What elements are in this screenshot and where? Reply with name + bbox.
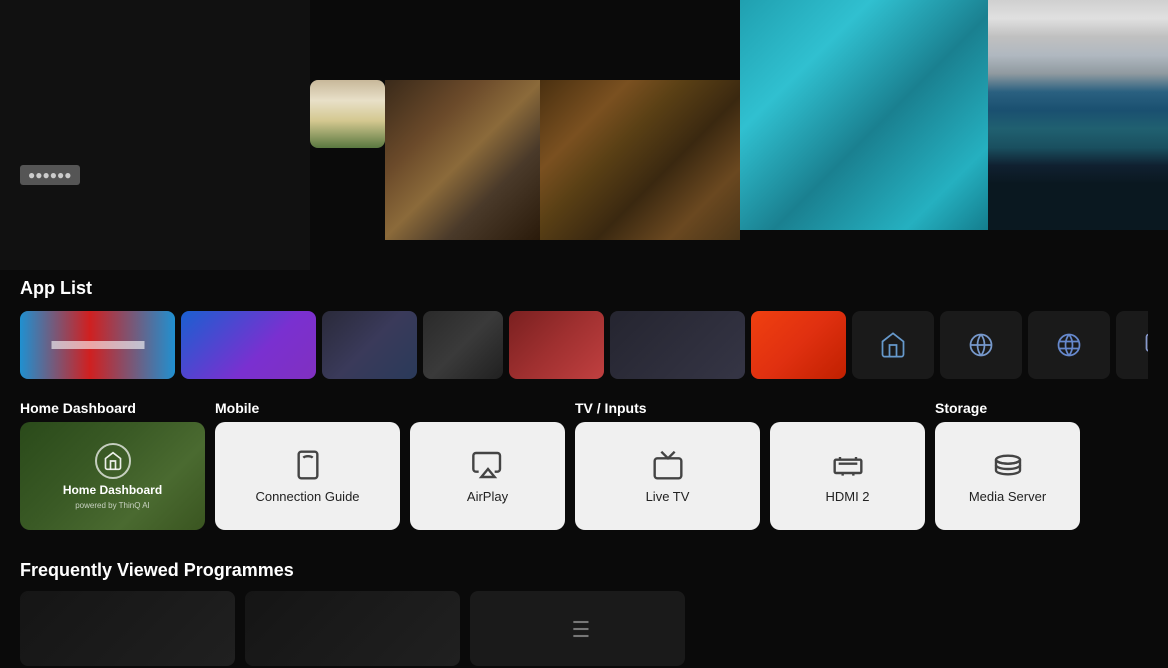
media-server-tile[interactable]: Media Server xyxy=(935,422,1080,530)
home-dashboard-tile[interactable]: Home Dashboard powered by ThinQ AI xyxy=(20,422,205,530)
app-globe-icon[interactable] xyxy=(1028,311,1110,379)
app-tile-5[interactable] xyxy=(509,311,604,379)
connection-guide-tile[interactable]: Connection Guide xyxy=(215,422,400,530)
top-label: ●●●●●● xyxy=(20,165,80,185)
freq-viewed-section: Frequently Viewed Programmes xyxy=(0,560,1168,666)
connection-guide-label: Connection Guide xyxy=(255,489,359,504)
app-list-title: App List xyxy=(20,278,1148,299)
app-tile-1[interactable] xyxy=(20,311,175,379)
media-server-label: Media Server xyxy=(969,489,1046,504)
app-list-section: App List xyxy=(0,278,1168,381)
powered-by-label: powered by ThinQ AI xyxy=(75,501,150,510)
app-photo-icon[interactable] xyxy=(1116,311,1148,379)
freq-tile-2[interactable] xyxy=(245,591,460,666)
home-dashboard-tile-label: Home Dashboard xyxy=(63,483,162,497)
top-thumb-2 xyxy=(385,80,540,240)
top-left-panel: ●●●●●● xyxy=(0,0,310,270)
freq-tile-3[interactable] xyxy=(470,591,685,666)
airplay-label: AirPlay xyxy=(467,489,508,504)
freq-tile-1[interactable] xyxy=(20,591,235,666)
home-dashboard-label: Home Dashboard xyxy=(20,400,205,416)
live-tv-tile[interactable]: Live TV xyxy=(575,422,760,530)
airplay-tile[interactable]: AirPlay xyxy=(410,422,565,530)
freq-viewed-title: Frequently Viewed Programmes xyxy=(20,560,1148,581)
top-banner-area: ●●●●●● xyxy=(0,0,1168,270)
app-tile-2[interactable] xyxy=(181,311,316,379)
app-tile-6[interactable] xyxy=(610,311,745,379)
top-thumb-4-overlay xyxy=(988,0,1168,230)
app-tile-4[interactable] xyxy=(423,311,503,379)
freq-tiles-row xyxy=(20,591,1148,666)
storage-label: Storage xyxy=(935,400,1148,416)
home-section: Home Dashboard Mobile TV / Inputs Storag… xyxy=(0,400,1168,530)
top-thumb-4 xyxy=(740,0,1168,230)
app-tile-7[interactable] xyxy=(751,311,846,379)
tv-inputs-label: TV / Inputs xyxy=(575,400,760,416)
top-thumb-3 xyxy=(540,80,740,240)
app-home-icon[interactable] xyxy=(852,311,934,379)
hdmi2-tile[interactable]: HDMI 2 xyxy=(770,422,925,530)
live-tv-label: Live TV xyxy=(646,489,690,504)
hdmi2-label: HDMI 2 xyxy=(825,489,869,504)
app-sports-icon[interactable] xyxy=(940,311,1022,379)
home-tiles-row: Home Dashboard powered by ThinQ AI Conne… xyxy=(20,422,1148,530)
home-dashboard-home-icon xyxy=(95,443,131,479)
app-list-row: Settings xyxy=(20,309,1148,381)
top-thumb-1 xyxy=(310,80,385,148)
mobile-label: Mobile xyxy=(215,400,400,416)
app-tile-3[interactable] xyxy=(322,311,417,379)
